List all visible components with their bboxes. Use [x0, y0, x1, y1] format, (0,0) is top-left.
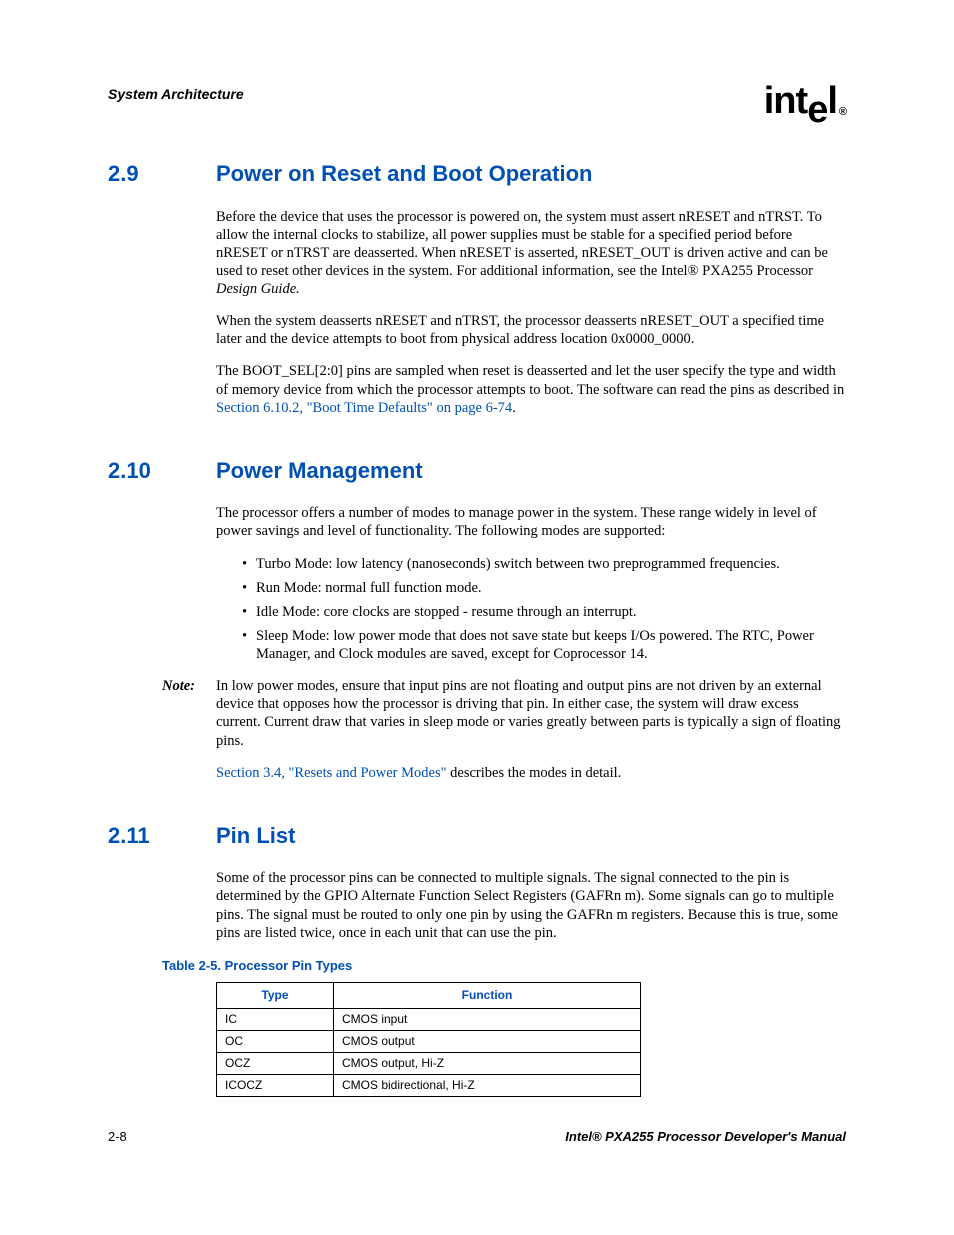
- paragraph: The BOOT_SEL[2:0] pins are sampled when …: [216, 362, 846, 416]
- page-number: 2-8: [108, 1129, 127, 1145]
- table-row: OCCMOS output: [217, 1031, 641, 1053]
- cross-reference-link[interactable]: Section 3.4, "Resets and Power Modes": [216, 765, 447, 781]
- heading-title: Pin List: [216, 822, 295, 850]
- list-item: Run Mode: normal full function mode.: [242, 579, 846, 597]
- table-row: OCZCMOS output, Hi-Z: [217, 1053, 641, 1075]
- paragraph: The processor offers a number of modes t…: [216, 504, 846, 540]
- heading-2-11: 2.11 Pin List: [108, 822, 846, 850]
- cross-reference-link[interactable]: Section 6.10.2, "Boot Time Defaults" on …: [216, 400, 512, 416]
- document-page: System Architecture intel® 2.9 Power on …: [0, 0, 954, 1235]
- intel-logo: intel®: [764, 82, 846, 120]
- section-body-2-10-cont: Section 3.4, "Resets and Power Modes" de…: [216, 764, 846, 782]
- table-header: Function: [334, 983, 641, 1009]
- page-footer: 2-8 Intel® PXA255 Processor Developer's …: [108, 1129, 846, 1145]
- heading-title: Power on Reset and Boot Operation: [216, 160, 592, 188]
- heading-2-9: 2.9 Power on Reset and Boot Operation: [108, 160, 846, 188]
- table-caption: Table 2-5. Processor Pin Types: [162, 958, 846, 974]
- mode-list: Turbo Mode: low latency (nanoseconds) sw…: [216, 555, 846, 664]
- table-row: ICCMOS input: [217, 1009, 641, 1031]
- section-body-2-11: Some of the processor pins can be connec…: [216, 869, 846, 942]
- heading-title: Power Management: [216, 457, 423, 485]
- section-body-2-10: The processor offers a number of modes t…: [216, 504, 846, 663]
- paragraph: When the system deasserts nRESET and nTR…: [216, 312, 846, 348]
- section-header: System Architecture: [108, 86, 244, 104]
- paragraph: Some of the processor pins can be connec…: [216, 869, 846, 942]
- list-item: Idle Mode: core clocks are stopped - res…: [242, 603, 846, 621]
- heading-number: 2.9: [108, 160, 216, 188]
- pin-types-table: Type Function ICCMOS input OCCMOS output…: [216, 982, 641, 1097]
- table-header: Type: [217, 983, 334, 1009]
- page-header: System Architecture intel®: [108, 82, 846, 120]
- list-item: Sleep Mode: low power mode that does not…: [242, 627, 846, 663]
- heading-number: 2.11: [108, 822, 216, 850]
- note-block: Note: In low power modes, ensure that in…: [108, 677, 846, 750]
- list-item: Turbo Mode: low latency (nanoseconds) sw…: [242, 555, 846, 573]
- note-body: In low power modes, ensure that input pi…: [216, 677, 846, 750]
- note-label: Note:: [162, 677, 216, 750]
- heading-number: 2.10: [108, 457, 216, 485]
- manual-title: Intel® PXA255 Processor Developer's Manu…: [565, 1129, 846, 1145]
- heading-2-10: 2.10 Power Management: [108, 457, 846, 485]
- table-header-row: Type Function: [217, 983, 641, 1009]
- section-body-2-9: Before the device that uses the processo…: [216, 208, 846, 417]
- table-row: ICOCZCMOS bidirectional, Hi-Z: [217, 1075, 641, 1097]
- paragraph: Section 3.4, "Resets and Power Modes" de…: [216, 764, 846, 782]
- paragraph: Before the device that uses the processo…: [216, 208, 846, 299]
